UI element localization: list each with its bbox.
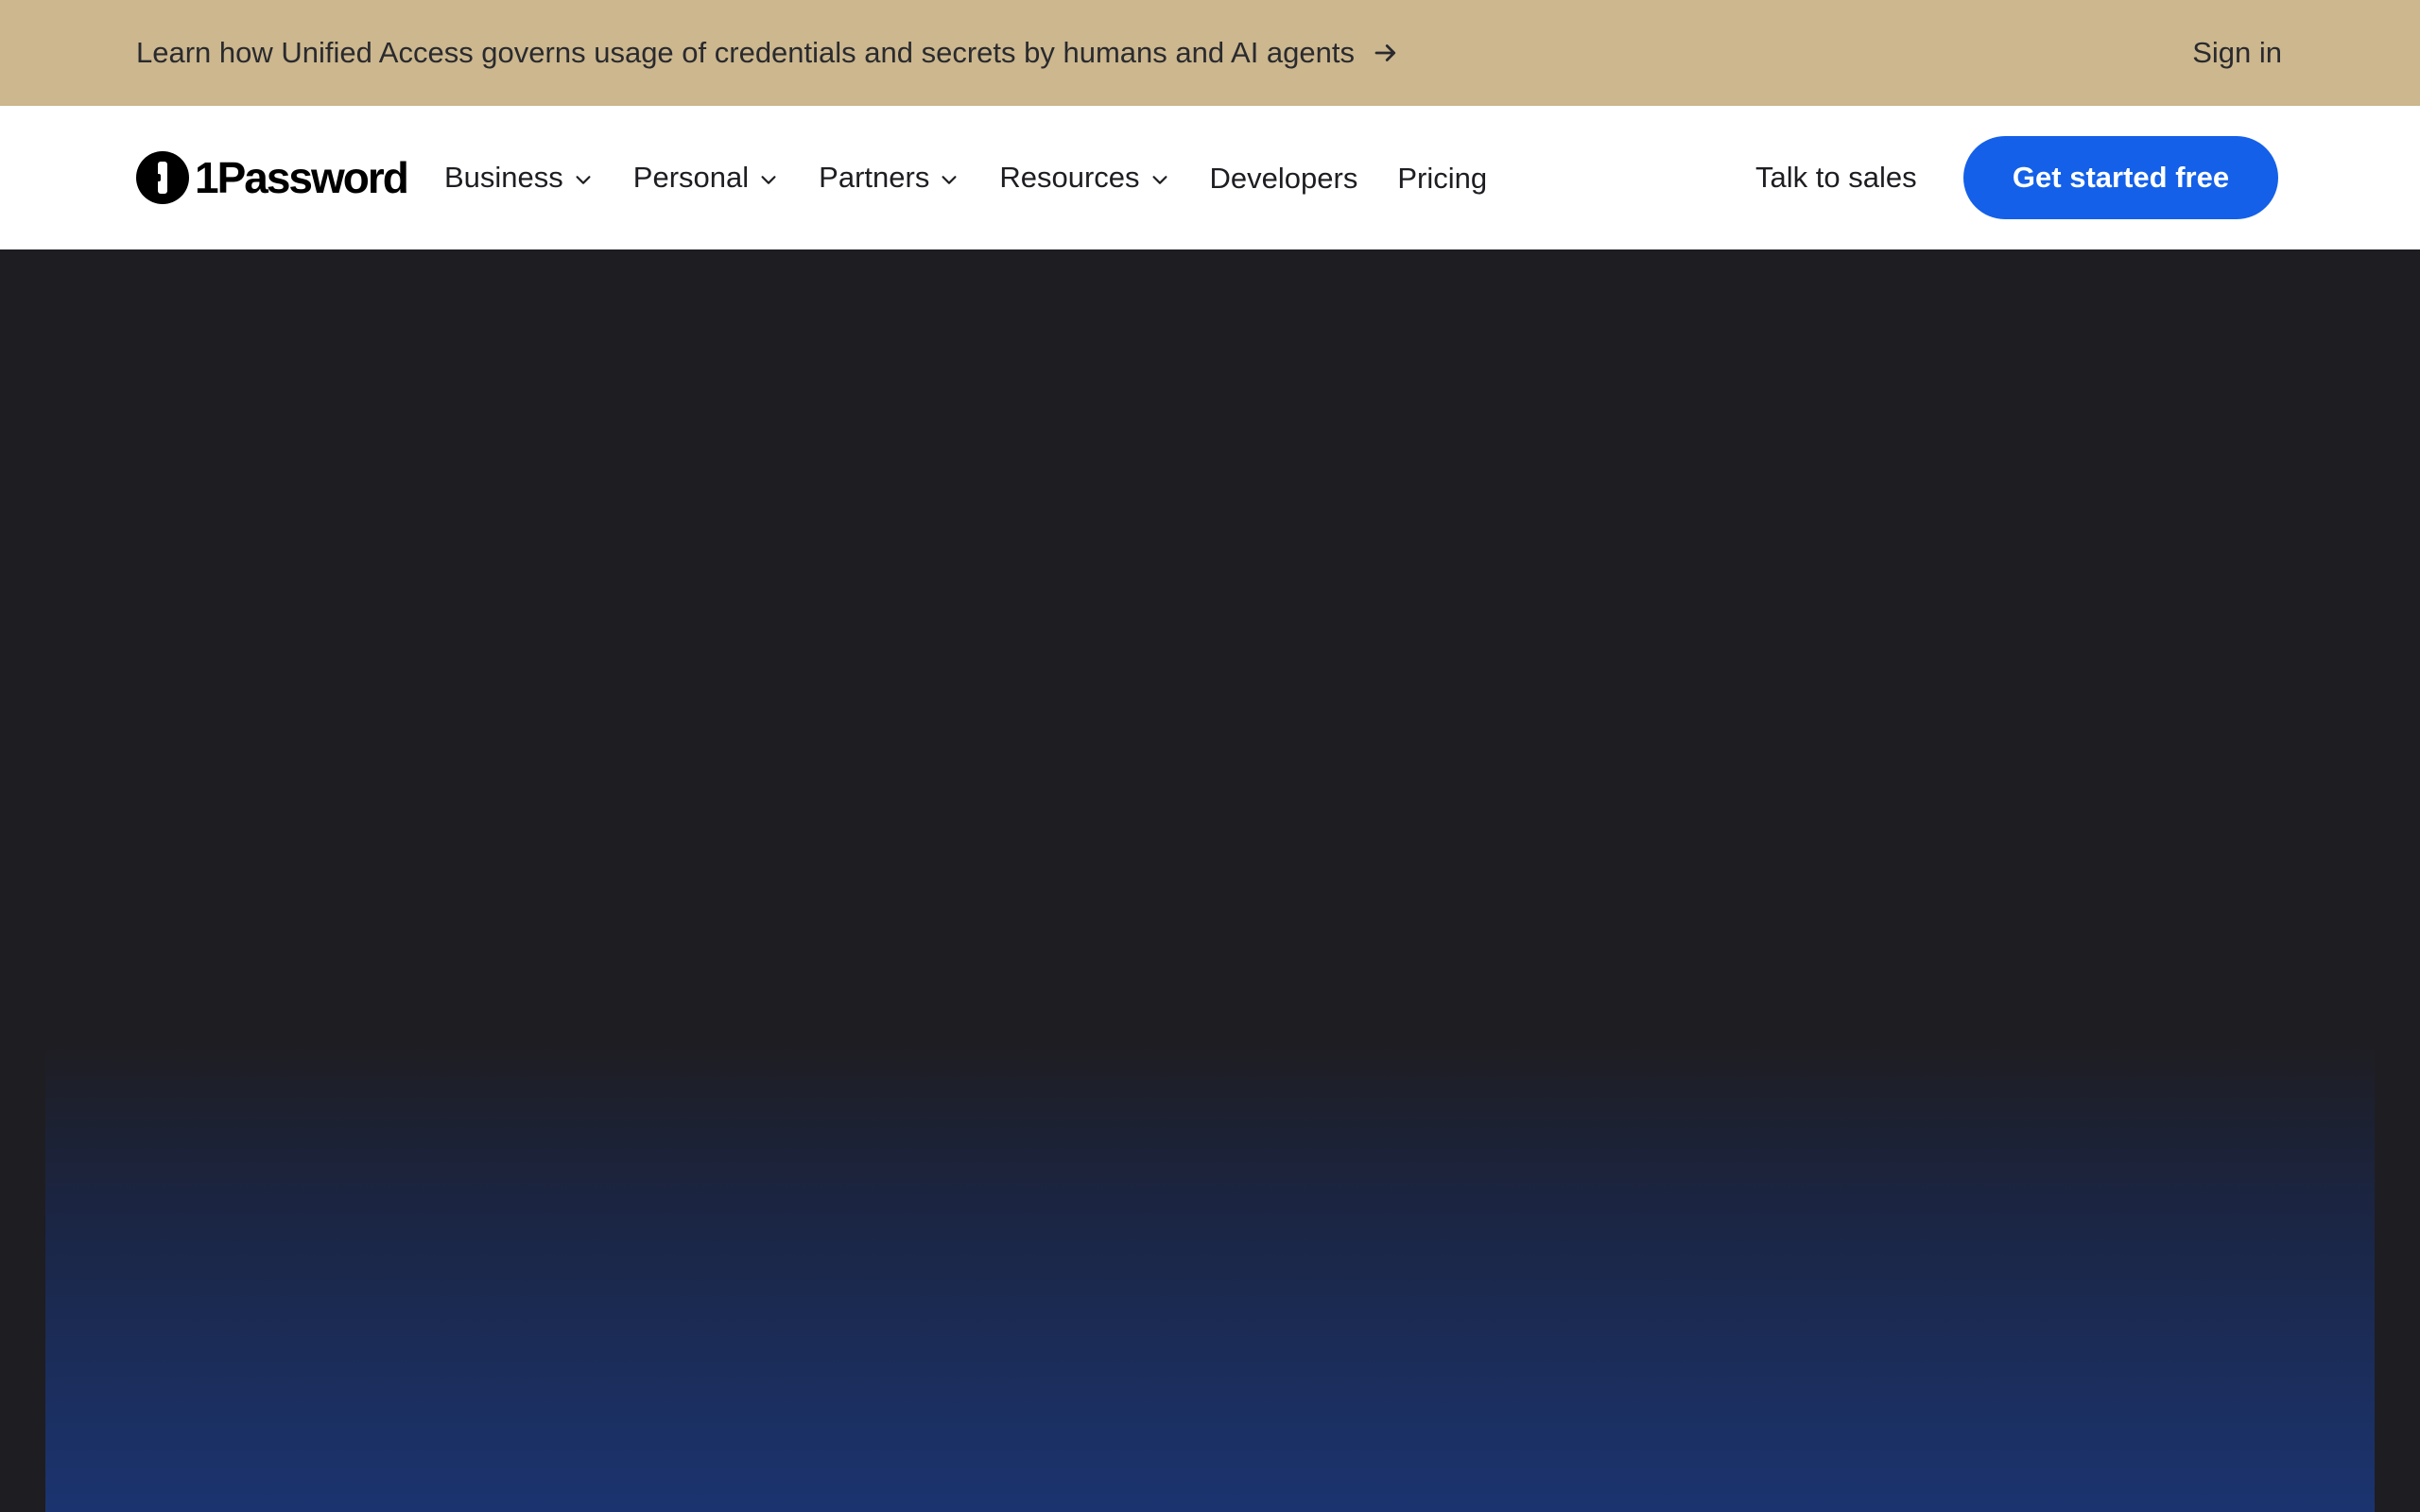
chevron-down-icon [576,176,591,184]
nav-item-developers[interactable]: Developers [1210,162,1358,196]
nav-item-label: Partners [819,161,930,194]
1password-keyhole-icon [136,151,189,204]
main-navigation: 1Password Business Personal Partners Res… [0,106,2420,249]
announcement-link[interactable]: Learn how Unified Access governs usage o… [136,0,1400,106]
hero-gradient-panel [45,1043,2375,1512]
brand-logo[interactable]: 1Password [136,150,409,205]
get-started-free-button[interactable]: Get started free [1963,136,2278,219]
nav-item-partners[interactable]: Partners [819,161,959,195]
nav-item-label: Business [444,161,563,194]
brand-name: 1Password [195,153,409,202]
announcement-bar: Learn how Unified Access governs usage o… [0,0,2420,106]
nav-item-business[interactable]: Business [444,161,594,195]
chevron-down-icon [1151,176,1167,184]
nav-item-label: Personal [632,161,750,194]
nav-menu: Business Personal Partners Resources Dev… [444,106,1527,249]
nav-item-label: Resources [999,161,1140,194]
nav-item-label: Developers [1209,162,1358,195]
nav-item-resources[interactable]: Resources [999,161,1169,195]
nav-item-label: Pricing [1397,162,1488,195]
hero-section [0,249,2420,1512]
nav-item-personal[interactable]: Personal [633,161,779,195]
chevron-down-icon [761,176,776,184]
nav-item-pricing[interactable]: Pricing [1397,162,1487,196]
talk-to-sales-link[interactable]: Talk to sales [1755,106,1917,249]
announcement-text: Learn how Unified Access governs usage o… [136,36,1355,69]
sign-in-link[interactable]: Sign in [2192,0,2282,106]
arrow-right-icon [1374,44,1396,61]
chevron-down-icon [942,176,957,184]
